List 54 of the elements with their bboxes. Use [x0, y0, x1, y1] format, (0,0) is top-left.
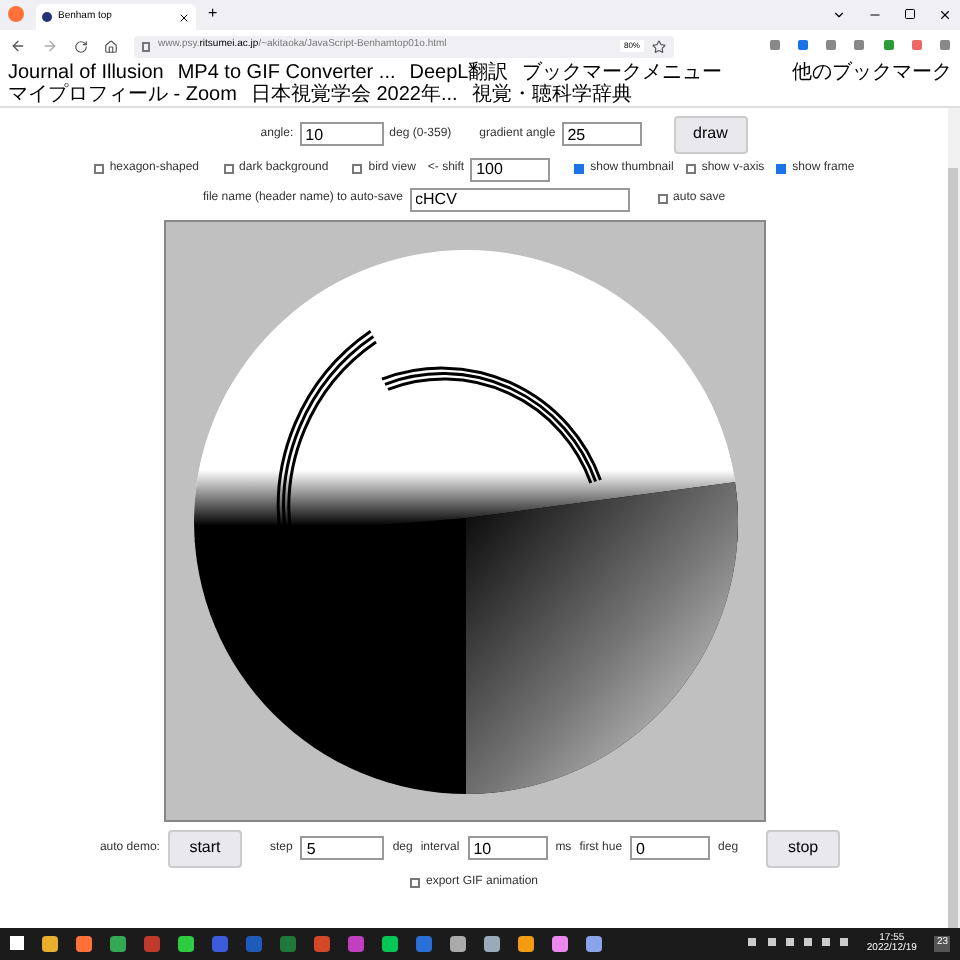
- bookmark[interactable]: MP4 to GIF Converter ...: [177, 61, 396, 84]
- bookmark[interactable]: マイプロフィール - Zoom: [8, 83, 237, 106]
- app-icon[interactable]: [518, 935, 534, 952]
- app-icon[interactable]: [552, 935, 568, 952]
- reload-icon[interactable]: [74, 39, 88, 54]
- chevron-down-icon[interactable]: [832, 8, 846, 23]
- stop-button[interactable]: stop: [766, 829, 841, 868]
- gradient-field[interactable]: 25: [561, 122, 642, 147]
- app-icon[interactable]: [484, 935, 500, 952]
- checkbox[interactable]: [352, 164, 363, 175]
- checkbox[interactable]: [776, 164, 787, 175]
- app-icon[interactable]: [110, 935, 126, 952]
- bookmark[interactable]: Journal of Illusion: [8, 61, 164, 84]
- back-icon[interactable]: [10, 38, 26, 55]
- checkbox[interactable]: [685, 164, 696, 175]
- new-tab-button[interactable]: +: [208, 2, 218, 27]
- checkbox[interactable]: [223, 164, 234, 175]
- app-icon[interactable]: [314, 935, 330, 952]
- star-icon[interactable]: [652, 39, 666, 54]
- checkbox[interactable]: [93, 164, 104, 175]
- close-icon[interactable]: [178, 11, 190, 24]
- app-icon[interactable]: [416, 935, 432, 952]
- app-icon[interactable]: [450, 935, 466, 952]
- home-icon[interactable]: [104, 39, 118, 54]
- file-name-field[interactable]: cHCV: [409, 187, 630, 212]
- app-icon[interactable]: [348, 935, 364, 952]
- app-icon[interactable]: [76, 935, 92, 952]
- bookmark[interactable]: 視覚・聴科学辞典: [471, 83, 632, 106]
- bookmark[interactable]: 日本視覚学会 2022年...: [250, 83, 458, 106]
- bookmark[interactable]: DeepL翻訳: [409, 61, 509, 84]
- shift-field[interactable]: 100: [470, 157, 551, 182]
- toolbar-icons[interactable]: [770, 40, 950, 53]
- start-button[interactable]: start: [167, 829, 242, 868]
- browser-logo-icon: [8, 6, 24, 23]
- checkbox[interactable]: [574, 164, 585, 175]
- draw-button[interactable]: draw: [673, 115, 748, 154]
- app-icon[interactable]: [178, 935, 194, 952]
- first-hue-field[interactable]: 0: [630, 836, 711, 861]
- bookmark[interactable]: ブックマークメニュー: [522, 61, 723, 84]
- app-icon[interactable]: [42, 935, 58, 952]
- checkbox[interactable]: [657, 194, 668, 205]
- interval-field[interactable]: 10: [467, 836, 548, 861]
- site-icon: [42, 12, 52, 23]
- system-tray-icons[interactable]: [748, 938, 849, 949]
- bookmark-folder[interactable]: 他のブックマーク: [792, 61, 952, 84]
- app-icon[interactable]: [382, 935, 398, 952]
- start-icon[interactable]: [10, 936, 24, 951]
- scrollbar[interactable]: [948, 107, 960, 928]
- app-icon[interactable]: [586, 935, 602, 952]
- maximize-icon[interactable]: [904, 8, 916, 21]
- angle-field[interactable]: 10: [299, 122, 384, 147]
- close-icon[interactable]: [938, 8, 952, 23]
- checkbox[interactable]: [409, 877, 420, 888]
- step-field[interactable]: 5: [300, 836, 385, 861]
